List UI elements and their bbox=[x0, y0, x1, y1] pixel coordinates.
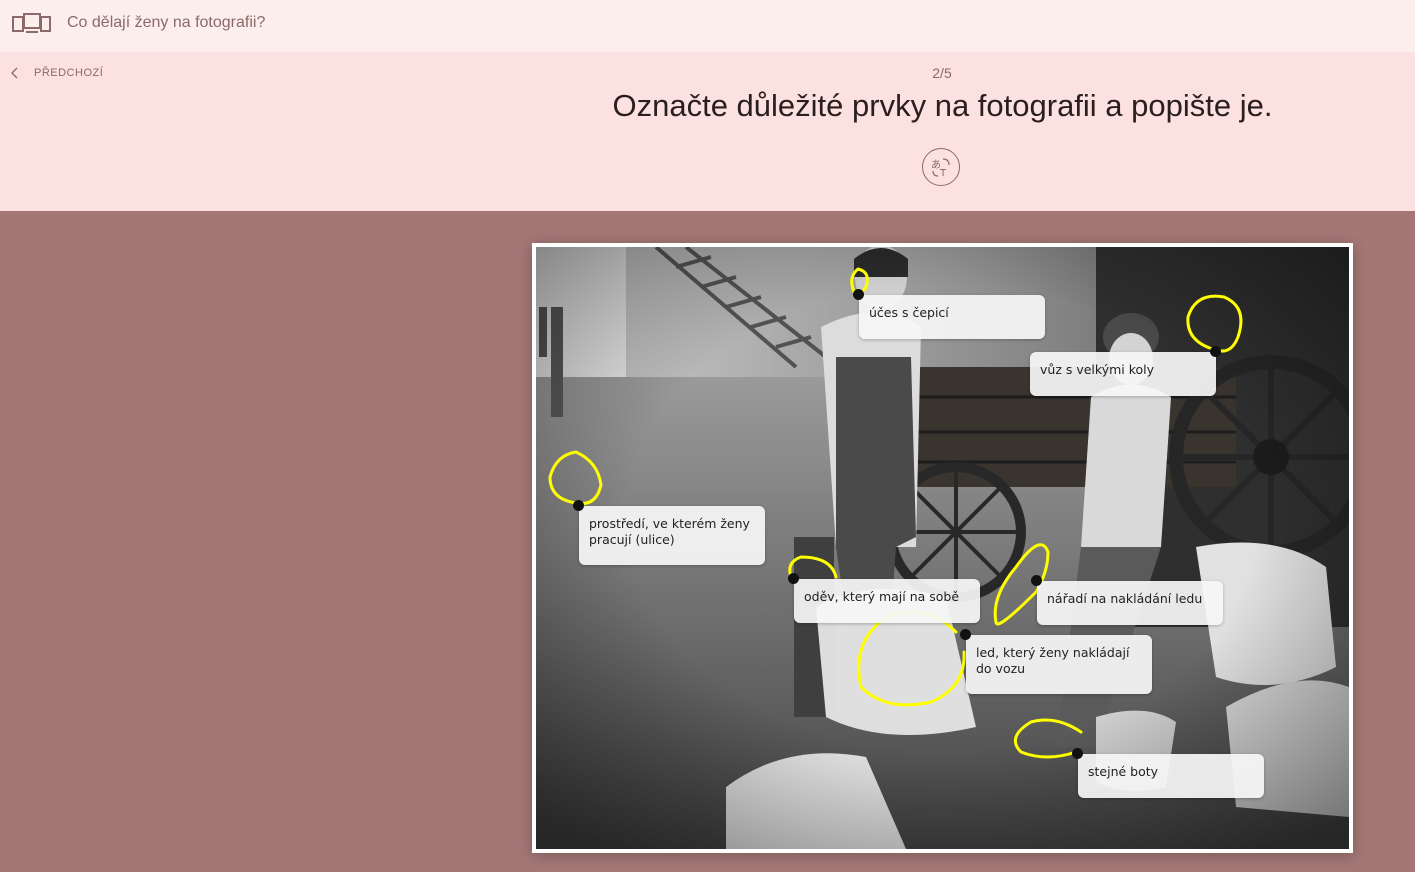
translate-icon: あ T bbox=[931, 158, 950, 179]
devices-icon[interactable] bbox=[12, 12, 52, 36]
annotation-pin-tool[interactable] bbox=[1030, 574, 1042, 586]
photo-frame: účes s čepicí vůz s velkými koly prostře… bbox=[532, 243, 1353, 853]
app-title: Co dělají ženy na fotografii? bbox=[67, 14, 266, 31]
svg-text:T: T bbox=[939, 168, 947, 179]
annotation-label-wagon[interactable]: vůz s velkými koly bbox=[1030, 352, 1216, 396]
annotation-label-tool[interactable]: nářadí na nakládání ledu bbox=[1037, 581, 1223, 625]
annotation-label-street[interactable]: prostředí, ve kterém ženy pracují (ulice… bbox=[579, 506, 765, 565]
previous-label: PŘEDCHOZÍ bbox=[34, 67, 104, 79]
annotation-pin-wagon[interactable] bbox=[1209, 345, 1221, 357]
annotation-label-clothing[interactable]: oděv, který mají na sobě bbox=[794, 579, 980, 623]
annotation-pin-street[interactable] bbox=[572, 499, 584, 511]
chevron-left-icon bbox=[11, 67, 18, 79]
annotation-pin-ice[interactable] bbox=[959, 628, 971, 640]
annotation-label-ice[interactable]: led, který ženy nakládají do vozu bbox=[966, 635, 1152, 694]
task-header: PŘEDCHOZÍ 2/5 Označte důležité prvky na … bbox=[0, 52, 1415, 211]
task-heading: Označte důležité prvky na fotografii a p… bbox=[612, 88, 1273, 123]
historical-photo[interactable]: účes s čepicí vůz s velkými koly prostře… bbox=[536, 247, 1349, 849]
previous-button[interactable]: PŘEDCHOZÍ bbox=[10, 67, 103, 79]
top-bar: Co dělají ženy na fotografii? bbox=[0, 0, 1415, 52]
step-counter: 2/5 bbox=[932, 65, 952, 81]
annotation-pin-clothing[interactable] bbox=[787, 572, 799, 584]
annotation-pin-hair[interactable] bbox=[852, 288, 864, 300]
translate-button[interactable]: あ T bbox=[922, 148, 960, 186]
annotation-label-hair[interactable]: účes s čepicí bbox=[859, 295, 1045, 339]
annotation-label-shoes[interactable]: stejné boty bbox=[1078, 754, 1264, 798]
annotation-layer: účes s čepicí vůz s velkými koly prostře… bbox=[536, 247, 1349, 849]
annotation-pin-shoes[interactable] bbox=[1071, 747, 1083, 759]
